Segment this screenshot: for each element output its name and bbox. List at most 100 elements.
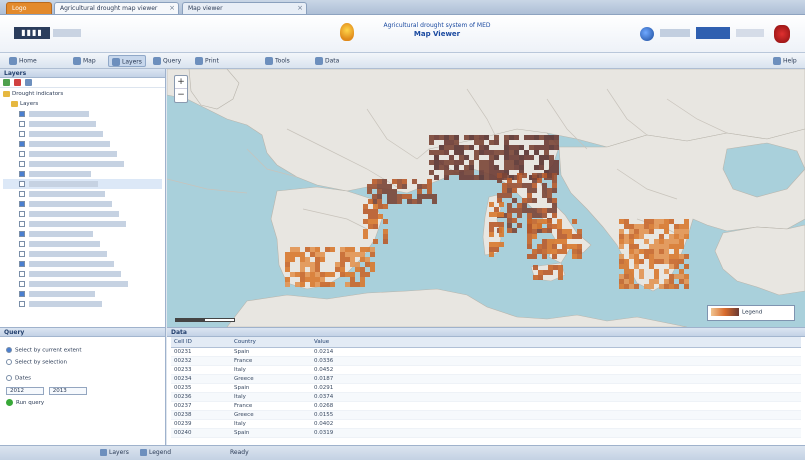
layer-tree-item[interactable] xyxy=(3,249,162,259)
drought-cell xyxy=(439,145,444,150)
run-query-button[interactable]: Run query xyxy=(0,397,165,409)
toolbar-data-button[interactable]: Data xyxy=(312,55,342,67)
layer-tree-item[interactable] xyxy=(3,299,162,309)
table-row[interactable]: 00237 France 0.0268 xyxy=(171,401,801,411)
layer-tree-item[interactable] xyxy=(3,189,162,199)
drought-cell xyxy=(552,183,557,188)
table-row[interactable]: 00240 Spain 0.0319 xyxy=(171,428,801,438)
layer-checkbox[interactable] xyxy=(19,110,25,117)
table-row[interactable]: 00239 Italy 0.0402 xyxy=(171,419,801,429)
layer-checkbox[interactable] xyxy=(19,160,25,167)
layer-tree-item[interactable] xyxy=(3,109,162,119)
add-layer-icon[interactable] xyxy=(3,79,10,86)
layer-tree-item[interactable] xyxy=(3,169,162,179)
radio-button[interactable] xyxy=(6,359,12,365)
date-from-select[interactable]: 2012 xyxy=(6,387,44,395)
brand-logo[interactable]: ▮▮▮▮ xyxy=(14,27,50,39)
table-row[interactable]: 00238 Greece 0.0155 xyxy=(171,410,801,420)
column-header[interactable]: Country xyxy=(231,337,311,348)
drought-cell xyxy=(562,234,567,239)
layer-tree-item[interactable] xyxy=(3,119,162,129)
map-canvas[interactable] xyxy=(167,69,805,327)
layer-tree-item[interactable] xyxy=(3,159,162,169)
layer-checkbox[interactable] xyxy=(19,200,25,207)
toolbar-layers-button[interactable]: Layers xyxy=(108,55,146,67)
browser-tab-1[interactable]: Logo xyxy=(6,2,52,14)
toolbar-tools-button[interactable]: Tools xyxy=(262,55,293,67)
drought-cell xyxy=(509,145,514,150)
zoom-out-button[interactable]: − xyxy=(175,89,187,102)
status-layers-button[interactable]: Layers xyxy=(100,449,129,456)
zoom-in-button[interactable]: + xyxy=(175,76,187,89)
layer-checkbox[interactable] xyxy=(19,180,25,187)
layer-tree-item[interactable] xyxy=(3,269,162,279)
table-cell: 00238 xyxy=(171,410,231,420)
toolbar-map-label: Map xyxy=(83,57,96,65)
query-option-extent[interactable]: Select by current extent xyxy=(0,345,165,357)
layer-tree-item[interactable] xyxy=(3,259,162,269)
layer-tree-item[interactable] xyxy=(3,179,162,189)
query-icon xyxy=(153,57,161,65)
layer-checkbox[interactable] xyxy=(19,260,25,267)
layer-tree-item[interactable] xyxy=(3,229,162,239)
layer-tree-item[interactable] xyxy=(3,239,162,249)
query-option-dates[interactable]: Dates xyxy=(0,373,165,385)
table-cell: Spain xyxy=(231,383,311,393)
layer-checkbox[interactable] xyxy=(19,220,25,227)
table-row[interactable]: 00234 Greece 0.0187 xyxy=(171,374,801,384)
layer-checkbox[interactable] xyxy=(19,290,25,297)
column-header[interactable]: Cell ID xyxy=(171,337,231,348)
layer-checkbox[interactable] xyxy=(19,300,25,307)
tree-root-node[interactable]: Drought indicators xyxy=(3,89,162,99)
layer-tree-item[interactable] xyxy=(3,139,162,149)
close-icon[interactable]: × xyxy=(169,4,175,12)
layer-checkbox[interactable] xyxy=(19,190,25,197)
layer-checkbox[interactable] xyxy=(19,280,25,287)
toolbar-home-button[interactable]: Home xyxy=(6,55,40,67)
layer-tree-item[interactable] xyxy=(3,279,162,289)
date-to-select[interactable]: 2013 xyxy=(48,387,87,395)
map-view[interactable]: + − Legend xyxy=(167,69,805,327)
radio-button[interactable] xyxy=(6,375,12,381)
query-option-selection[interactable]: Select by selection xyxy=(0,357,165,369)
layer-properties-icon[interactable] xyxy=(25,79,33,86)
layer-tree-item[interactable] xyxy=(3,129,162,139)
map-legend[interactable]: Legend xyxy=(707,305,795,321)
table-row[interactable]: 00231 Spain 0.0214 xyxy=(171,347,801,357)
toolbar-print-button[interactable]: Print xyxy=(192,55,222,67)
tree-group-node[interactable]: Layers xyxy=(3,99,162,109)
layer-tree-item[interactable] xyxy=(3,289,162,299)
layer-tree-item[interactable] xyxy=(3,149,162,159)
layer-checkbox[interactable] xyxy=(19,130,25,137)
remove-layer-icon[interactable] xyxy=(14,79,22,86)
table-row[interactable]: 00236 Italy 0.0374 xyxy=(171,392,801,402)
browser-tab-2[interactable]: Agricultural drought map viewer × xyxy=(54,2,179,14)
column-header[interactable]: Value xyxy=(311,337,801,348)
layer-checkbox[interactable] xyxy=(19,210,25,217)
layer-checkbox[interactable] xyxy=(19,120,25,127)
layer-tree-item[interactable] xyxy=(3,199,162,209)
table-row[interactable]: 00235 Spain 0.0291 xyxy=(171,383,801,393)
table-row[interactable]: 00233 Italy 0.0452 xyxy=(171,365,801,375)
layer-checkbox[interactable] xyxy=(19,250,25,257)
layer-checkbox[interactable] xyxy=(19,150,25,157)
map-icon xyxy=(73,57,81,65)
toolbar-query-button[interactable]: Query xyxy=(150,55,184,67)
toolbar-map-button[interactable]: Map xyxy=(70,55,99,67)
drought-cell xyxy=(659,254,664,259)
table-row[interactable]: 00232 France 0.0336 xyxy=(171,356,801,366)
layer-tree-item[interactable] xyxy=(3,219,162,229)
radio-button[interactable] xyxy=(6,347,12,353)
drought-cell xyxy=(639,229,644,234)
layer-checkbox[interactable] xyxy=(19,140,25,147)
toolbar-help-button[interactable]: Help xyxy=(770,55,800,67)
layer-checkbox[interactable] xyxy=(19,230,25,237)
layer-checkbox[interactable] xyxy=(19,170,25,177)
drought-cell xyxy=(679,224,684,229)
layer-checkbox[interactable] xyxy=(19,270,25,277)
layer-checkbox[interactable] xyxy=(19,240,25,247)
close-icon[interactable]: × xyxy=(297,4,303,12)
layer-tree-item[interactable] xyxy=(3,209,162,219)
browser-tab-3[interactable]: Map viewer × xyxy=(182,2,307,14)
status-legend-button[interactable]: Legend xyxy=(140,449,171,456)
